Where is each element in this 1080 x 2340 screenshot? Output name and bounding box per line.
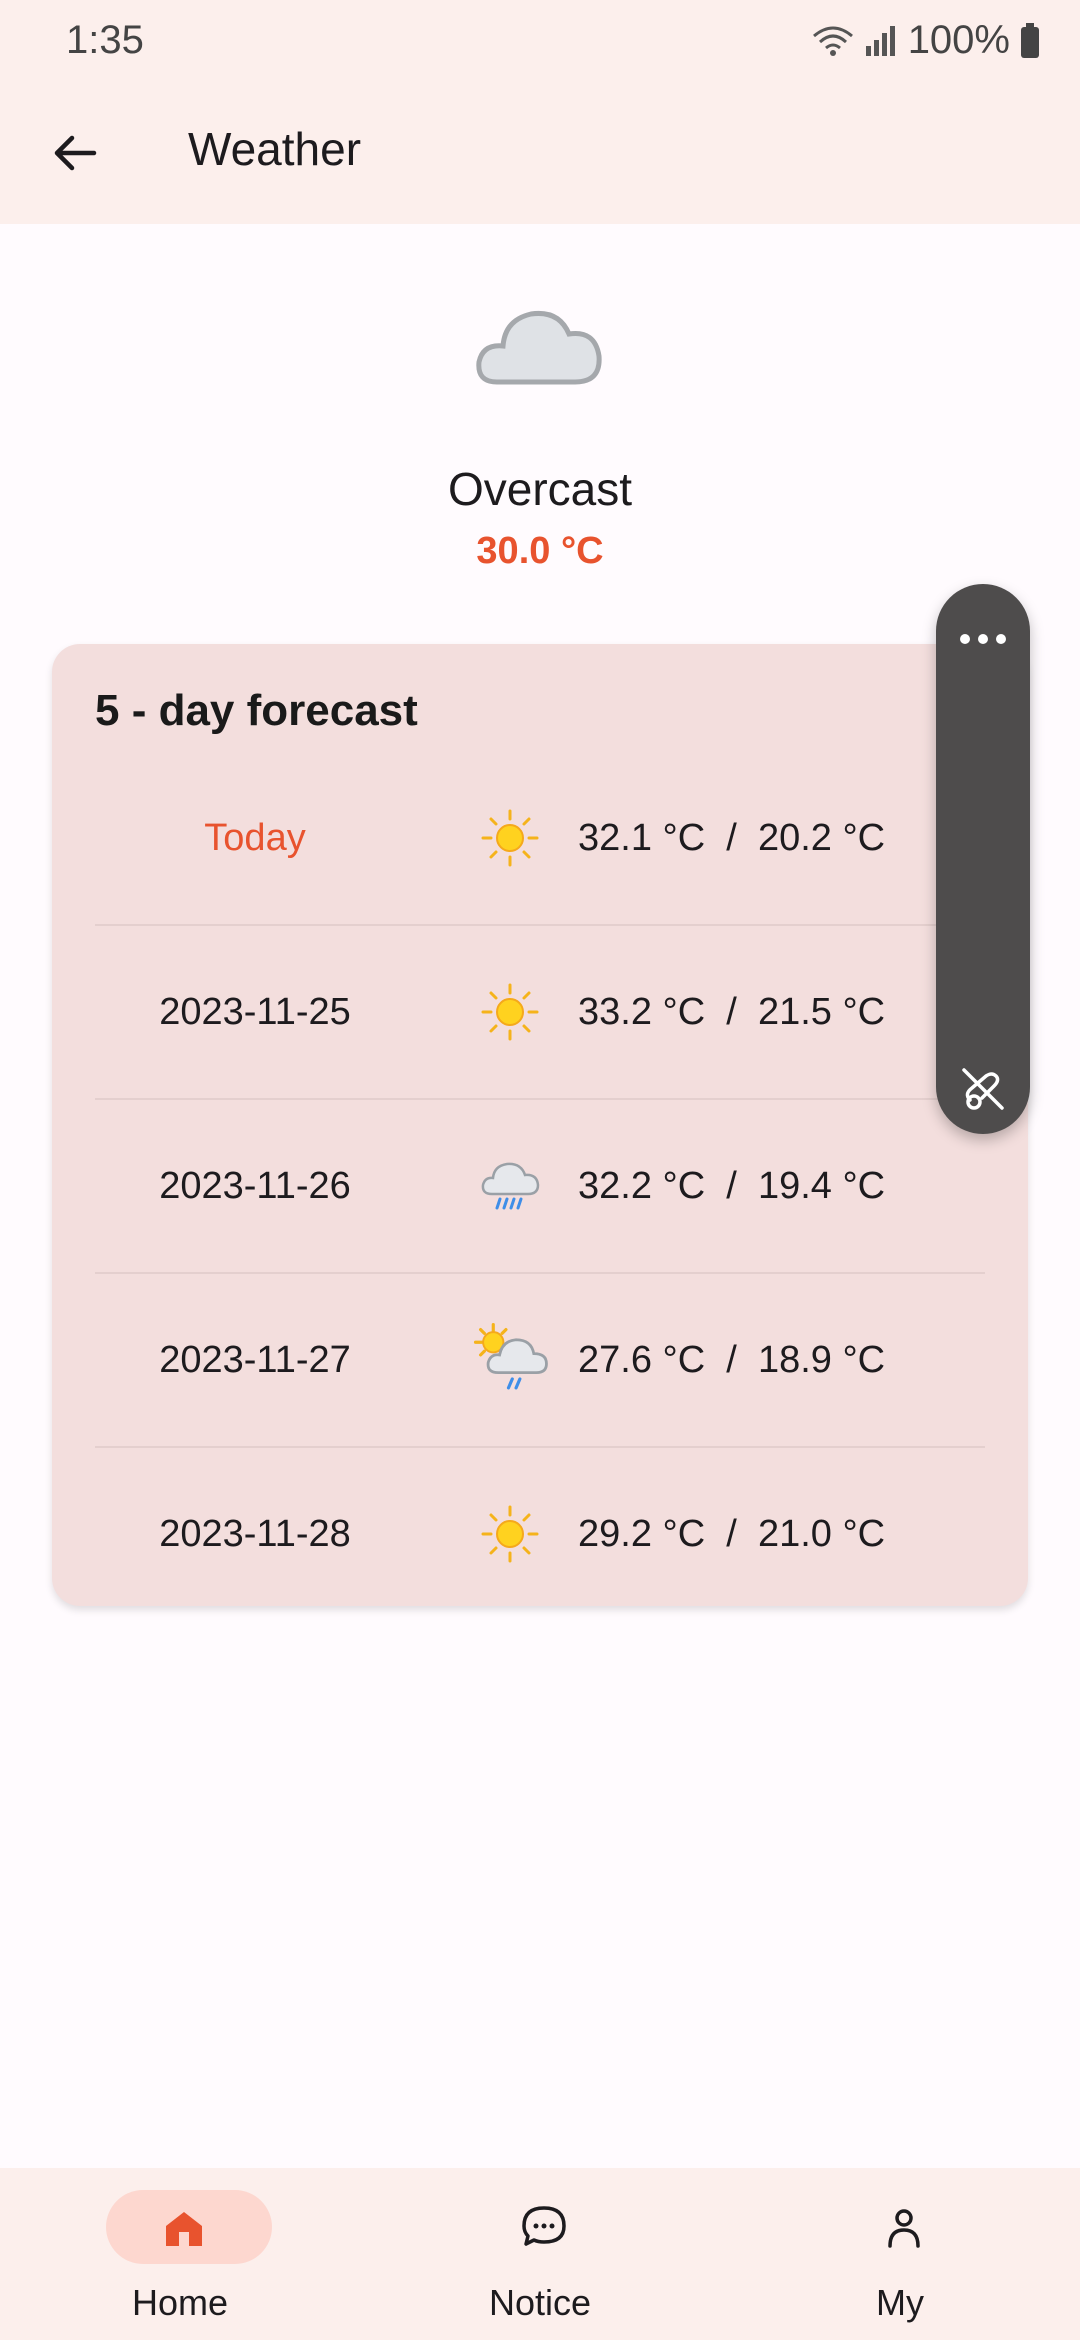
forecast-temps: 27.6 °C / 18.9 °C bbox=[578, 1339, 886, 1381]
current-condition: Overcast bbox=[447, 463, 633, 515]
nav-notice[interactable]: Notice bbox=[420, 2168, 660, 2340]
bottom-nav: Home Notice My bbox=[0, 2168, 1080, 2340]
forecast-card: 5 - day forecast Today 32.1 °C / 20.2 °C… bbox=[52, 644, 1028, 1606]
sun-icon bbox=[481, 809, 539, 867]
status-time: 1:35 bbox=[66, 18, 144, 62]
chat-bubble-icon bbox=[522, 2206, 566, 2246]
forecast-temps: 32.2 °C / 19.4 °C bbox=[578, 1165, 886, 1207]
wifi-icon bbox=[812, 26, 853, 56]
pen-off-icon[interactable] bbox=[958, 1064, 1008, 1114]
forecast-date: Today bbox=[204, 817, 306, 859]
more-icon[interactable] bbox=[936, 614, 1030, 664]
forecast-row: 2023-11-28 29.2 °C / 21.0 °C bbox=[95, 1448, 985, 1620]
forecast-temps: 33.2 °C / 21.5 °C bbox=[578, 991, 886, 1033]
forecast-date: 2023-11-28 bbox=[159, 1513, 351, 1555]
rain-cloud-icon bbox=[481, 1162, 540, 1210]
forecast-row: 2023-11-26 32.2 °C / 19.4 °C bbox=[95, 1100, 985, 1274]
forecast-temps: 29.2 °C / 21.0 °C bbox=[578, 1513, 886, 1555]
forecast-row: Today 32.1 °C / 20.2 °C bbox=[95, 752, 985, 926]
app-bar: Weather bbox=[0, 84, 1080, 224]
page-title: Weather bbox=[188, 123, 362, 175]
sun-icon bbox=[481, 983, 539, 1041]
nav-my-label: My bbox=[876, 2282, 924, 2323]
arrow-left-icon bbox=[54, 135, 97, 171]
home-icon bbox=[166, 2212, 202, 2246]
current-weather: Overcast 30.0 °C bbox=[0, 290, 1080, 572]
forecast-temps: 32.1 °C / 20.2 °C bbox=[578, 817, 886, 859]
forecast-title: 5 - day forecast bbox=[95, 686, 418, 735]
current-temperature: 30.0 °C bbox=[476, 530, 604, 572]
status-icons: 100% bbox=[812, 18, 1040, 63]
status-bar: 1:35 100% bbox=[0, 0, 1080, 84]
nav-my[interactable]: My bbox=[780, 2168, 1020, 2340]
forecast-row: 2023-11-25 33.2 °C / 21.5 °C bbox=[95, 926, 985, 1100]
person-icon bbox=[888, 2209, 920, 2248]
signal-icon bbox=[865, 25, 895, 56]
back-button[interactable] bbox=[40, 118, 110, 188]
floating-panel[interactable] bbox=[936, 584, 1030, 1134]
forecast-date: 2023-11-25 bbox=[159, 991, 351, 1033]
forecast-date: 2023-11-26 bbox=[159, 1165, 351, 1207]
forecast-row: 2023-11-27 27.6 °C / 18.9 °C bbox=[95, 1274, 985, 1448]
battery-icon bbox=[1021, 22, 1039, 58]
nav-home[interactable]: Home bbox=[60, 2168, 300, 2340]
cloud-icon bbox=[476, 310, 602, 385]
nav-home-label: Home bbox=[131, 2282, 229, 2323]
forecast-date: 2023-11-27 bbox=[159, 1339, 351, 1381]
battery-percent: 100% bbox=[907, 18, 1010, 62]
nav-notice-label: Notice bbox=[488, 2282, 592, 2323]
sun-icon bbox=[481, 1505, 539, 1563]
sun-cloud-rain-icon bbox=[473, 1322, 548, 1390]
